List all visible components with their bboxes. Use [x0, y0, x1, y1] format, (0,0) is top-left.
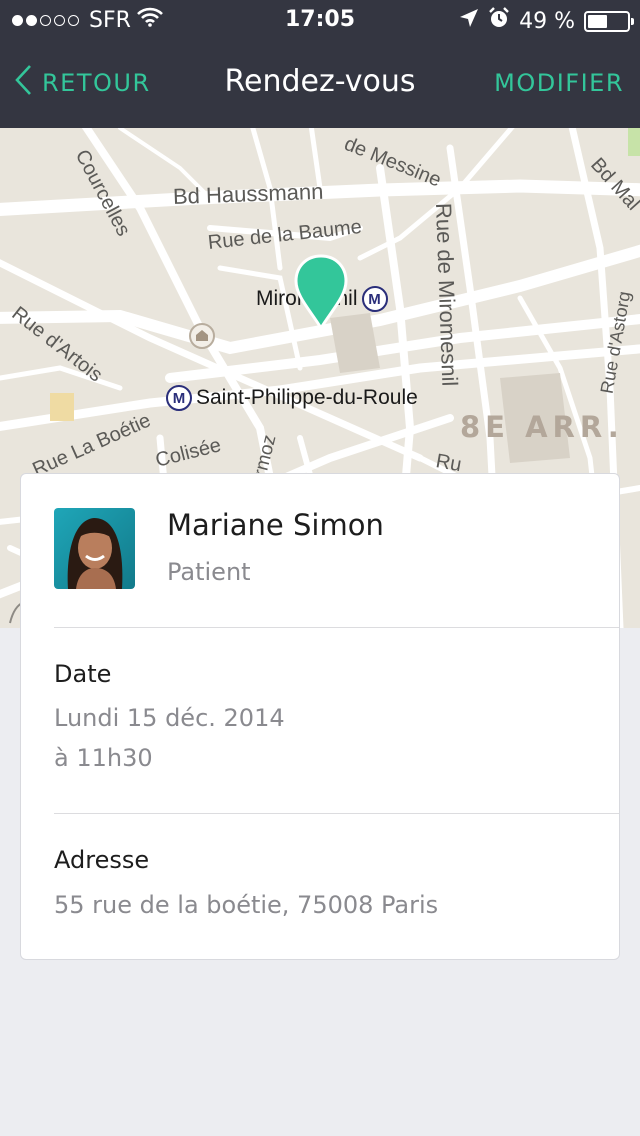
divider — [54, 627, 619, 628]
district-label: 8E ARR. — [460, 410, 624, 444]
nav-bar: RETOUR Rendez-vous MODIFIER — [0, 40, 640, 128]
date-label: Date — [54, 660, 112, 688]
battery-level-fill — [588, 14, 607, 28]
avatar[interactable] — [54, 508, 135, 589]
appointment-card: Mariane Simon Patient Date Lundi 15 déc.… — [20, 473, 620, 960]
edit-button[interactable]: MODIFIER — [494, 69, 624, 97]
metro-icon: M — [166, 385, 192, 411]
date-value: Lundi 15 déc. 2014 — [54, 704, 285, 732]
street-label-haussmann: Bd Haussmann — [172, 178, 324, 209]
alarm-icon — [488, 7, 510, 35]
status-right: 49 % — [459, 7, 634, 35]
patient-name: Mariane Simon — [167, 508, 384, 542]
metro-icon: M — [361, 286, 388, 312]
divider — [54, 813, 619, 814]
address-label: Adresse — [54, 846, 150, 874]
patient-role: Patient — [167, 558, 251, 586]
location-pin-icon[interactable] — [294, 254, 348, 330]
location-arrow-icon — [459, 8, 479, 34]
battery-icon — [584, 10, 634, 32]
metro-station-name: Saint-Philippe-du-Roule — [196, 386, 418, 409]
status-bar: SFR 17:05 49 % — [0, 0, 640, 40]
header: SFR 17:05 49 % RETOUR Rendez-vous MODIFI… — [0, 0, 640, 128]
address-value: 55 rue de la boétie, 75008 Paris — [54, 891, 439, 919]
battery-percent: 49 % — [519, 8, 575, 34]
time-value: à 11h30 — [54, 744, 153, 772]
metro-station-saint-philippe[interactable]: M Saint-Philippe-du-Roule — [166, 385, 418, 411]
patient-row[interactable]: Mariane Simon Patient — [21, 474, 619, 628]
